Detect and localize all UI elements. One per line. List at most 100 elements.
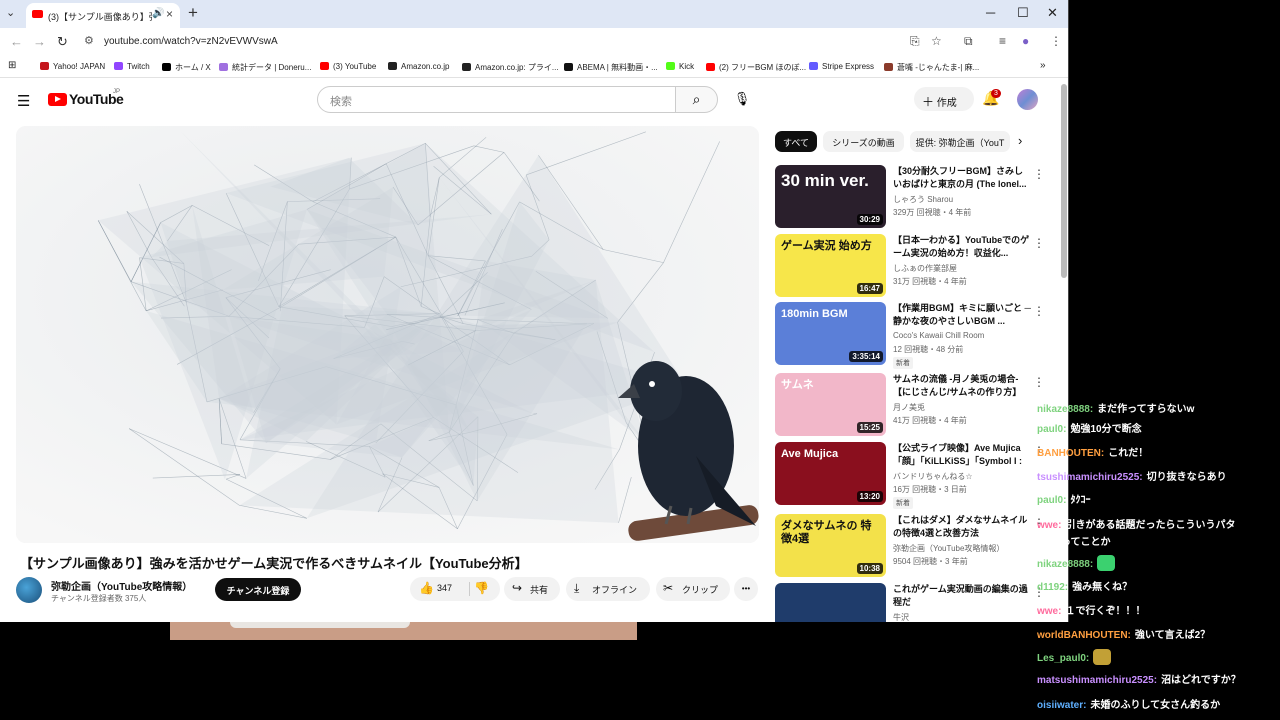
create-button[interactable]: ＋ 作成 [914,87,974,111]
back-icon[interactable]: ← [10,34,23,49]
channel-name[interactable]: 弥勒企画（YouTube攻略情報） [51,578,192,593]
chat-username[interactable]: nikaze8888: [1037,559,1093,570]
recommendation-thumbnail[interactable]: 180min BGM 3:35:14 [775,302,886,365]
recommendation-thumbnail[interactable] [775,583,886,622]
account-avatar[interactable] [1017,89,1038,110]
like-icon[interactable]: 👍 [419,581,434,595]
bookmark-item[interactable]: ホーム / X [162,62,211,73]
bookmark-item[interactable]: Kick [666,62,694,71]
recommendation-title[interactable]: これがゲーム実況動画の編集の過程だ [893,583,1031,609]
bookmark-item[interactable]: (2) フリーBGM ほのぼ... [706,62,806,73]
bookmark-item[interactable]: ABEMA | 無料動画・... [564,62,658,73]
more-options-icon[interactable]: ⋮ [1033,167,1045,181]
maximize-button[interactable]: ☐ [1017,5,1029,21]
recommendation-item[interactable]: 30 min ver. 30:29 【30分耐久フリーBGM】さみしいおばけと東京の… [775,165,1055,231]
chip-series[interactable]: シリーズの動画 [823,131,904,152]
recommendation-item[interactable]: ゲーム実況 始め方 16:47 【日本一わかる】YouTubeでのゲーム実況の始め方… [775,234,1055,300]
site-info-icon[interactable]: ⚙ [84,34,94,47]
chip-all[interactable]: すべて [775,131,817,152]
page-scrollbar[interactable] [1061,84,1067,278]
recommendation-channel[interactable]: 弥勒企画（YouTube攻略情報） [893,543,1004,554]
youtube-logo-icon[interactable] [48,93,67,106]
chat-username[interactable]: tsushimamichiru2525: [1037,472,1143,483]
reload-icon[interactable]: ↻ [57,34,68,50]
bookmark-item[interactable]: 統計データ | Doneru... [219,62,311,73]
chat-username[interactable]: oisiiwater: [1037,700,1086,711]
chip-channel[interactable]: 提供: 弥勒企画（YouT [910,131,1010,152]
chat-username[interactable]: Les_paul0: [1037,653,1089,664]
chat-username[interactable]: BANHOUTEN: [1037,448,1104,459]
bookmark-star-icon[interactable]: ☆ [931,34,942,48]
recommendation-title[interactable]: 【公式ライブ映像】Ave Mujica「顔」「KiLLKiSS」「Symbol … [893,442,1031,469]
search-input[interactable]: 検索 [317,86,676,113]
recommendation-thumbnail[interactable]: ダメなサムネの 特徴4選 10:38 [775,514,886,577]
chat-username[interactable]: paul0: [1037,424,1066,435]
recommendation-channel[interactable]: 牛沢 [893,612,909,622]
chat-username[interactable]: worldBANHOUTEN: [1037,630,1131,641]
bookmark-item[interactable]: Amazon.co.jp [388,62,449,71]
recommendation-channel[interactable]: しゃろう Sharou [893,194,953,205]
tab-close-icon[interactable]: × [166,7,173,21]
recommendation-title[interactable]: 【日本一わかる】YouTubeでのゲーム実況の始め方！収益化... [893,234,1031,260]
video-player[interactable] [16,126,759,543]
bookmark-item[interactable]: Yahoo! JAPAN [40,62,105,71]
recommendation-item[interactable]: 180min BGM 3:35:14 【作業用BGM】キミに願いごと ─ 静かな夜の… [775,302,1055,369]
close-window-button[interactable]: ✕ [1047,5,1058,21]
recommendation-channel[interactable]: バンドリちゃんねる☆ [893,471,973,482]
like-count[interactable]: 347 [437,583,452,593]
recommendation-thumbnail[interactable]: Ave Mujica 13:20 [775,442,886,505]
clip-button[interactable]: ✂ クリップ [656,577,730,601]
recommendation-item[interactable]: サムネ 15:25 サムネの流儀 -月ノ美兎の場合- 【にじさんじ/サムネの作り方】… [775,373,1055,439]
bookmark-item[interactable]: (3) YouTube [320,62,376,71]
menu-icon[interactable]: ☰ [17,92,30,110]
recommendation-item[interactable]: これがゲーム実況動画の編集の過程だ 牛沢 ⋮ [775,583,1055,622]
subscribe-button[interactable]: チャンネル登録 [215,578,301,601]
bookmark-item[interactable]: Amazon.co.jp: プライ... [462,62,559,73]
chat-username[interactable]: paul0: [1037,495,1066,506]
recommendation-item[interactable]: ダメなサムネの 特徴4選 10:38 【これはダメ】ダメなサムネイルの特徴4選と改善… [775,514,1055,580]
tab-search-icon[interactable]: ⌄ [6,6,15,19]
install-app-icon[interactable]: ⎘ [910,34,920,49]
forward-icon[interactable]: → [33,34,46,49]
download-button[interactable]: ⤓ オフライン [566,577,650,601]
minimize-button[interactable]: ─ [986,5,995,20]
chevron-right-icon[interactable]: › [1018,133,1022,148]
share-button[interactable]: ↪ 共有 [504,577,560,601]
recommendation-channel[interactable]: 月ノ美兎 [893,402,925,413]
chat-username[interactable]: matsushimamichiru2525: [1037,675,1157,686]
speaker-icon[interactable]: 🔊 [152,8,164,19]
voice-search-button[interactable]: 🎙 [730,87,754,111]
more-actions-button[interactable]: ••• [734,577,758,601]
recommendation-title[interactable]: 【これはダメ】ダメなサムネイルの特徴4選と改善方法 [893,514,1031,540]
url-field[interactable]: youtube.com/watch?v=zN2vEVWVswA [104,36,278,47]
more-options-icon[interactable]: ⋮ [1033,375,1045,389]
extensions-icon[interactable]: ⧉ [964,34,973,49]
chat-username[interactable]: wwe: [1037,606,1061,617]
dislike-icon[interactable]: 👎 [474,581,489,595]
more-bookmarks-icon[interactable]: » [1040,60,1046,71]
chat-username[interactable]: nikaze8888: [1037,404,1093,415]
more-options-icon[interactable]: ⋮ [1033,236,1045,250]
recommendation-channel[interactable]: しふぁの作業部屋 [893,263,957,274]
profile-icon[interactable]: ● [1022,34,1029,48]
bookmark-item[interactable]: 蒼嘴 -じゃんたま-| 麻... [884,62,979,73]
recommendation-thumbnail[interactable]: ゲーム実況 始め方 16:47 [775,234,886,297]
bookmark-item[interactable]: Stripe Express [809,62,874,71]
search-button[interactable]: ⌕ [675,86,718,113]
recommendation-thumbnail[interactable]: サムネ 15:25 [775,373,886,436]
reading-list-icon[interactable]: ≡ [999,34,1006,48]
browser-menu-icon[interactable]: ⋮ [1050,34,1062,48]
recommendation-title[interactable]: サムネの流儀 -月ノ美兎の場合- 【にじさんじ/サムネの作り方】 [893,373,1031,399]
recommendation-title[interactable]: 【作業用BGM】キミに願いごと ─ 静かな夜のやさしいBGM ... [893,302,1031,328]
new-tab-button[interactable]: + [188,3,198,23]
recommendation-thumbnail[interactable]: 30 min ver. 30:29 [775,165,886,228]
recommendation-title[interactable]: 【30分耐久フリーBGM】さみしいおばけと東京の月 (The lonel... [893,165,1031,191]
channel-avatar[interactable] [16,577,42,603]
recommendation-channel[interactable]: Coco's Kawaii Chill Room [893,331,984,340]
recommendation-item[interactable]: Ave Mujica 13:20 【公式ライブ映像】Ave Mujica「顔」「Ki… [775,442,1055,509]
chat-username[interactable]: wwe: [1037,520,1061,531]
more-options-icon[interactable]: ⋮ [1033,304,1045,318]
tab-active[interactable]: (3)【サンプル画像あり】強みを 🔊 × [26,3,180,28]
chat-username[interactable]: d1192: [1037,582,1068,593]
bookmark-item[interactable]: Twitch [114,62,150,71]
